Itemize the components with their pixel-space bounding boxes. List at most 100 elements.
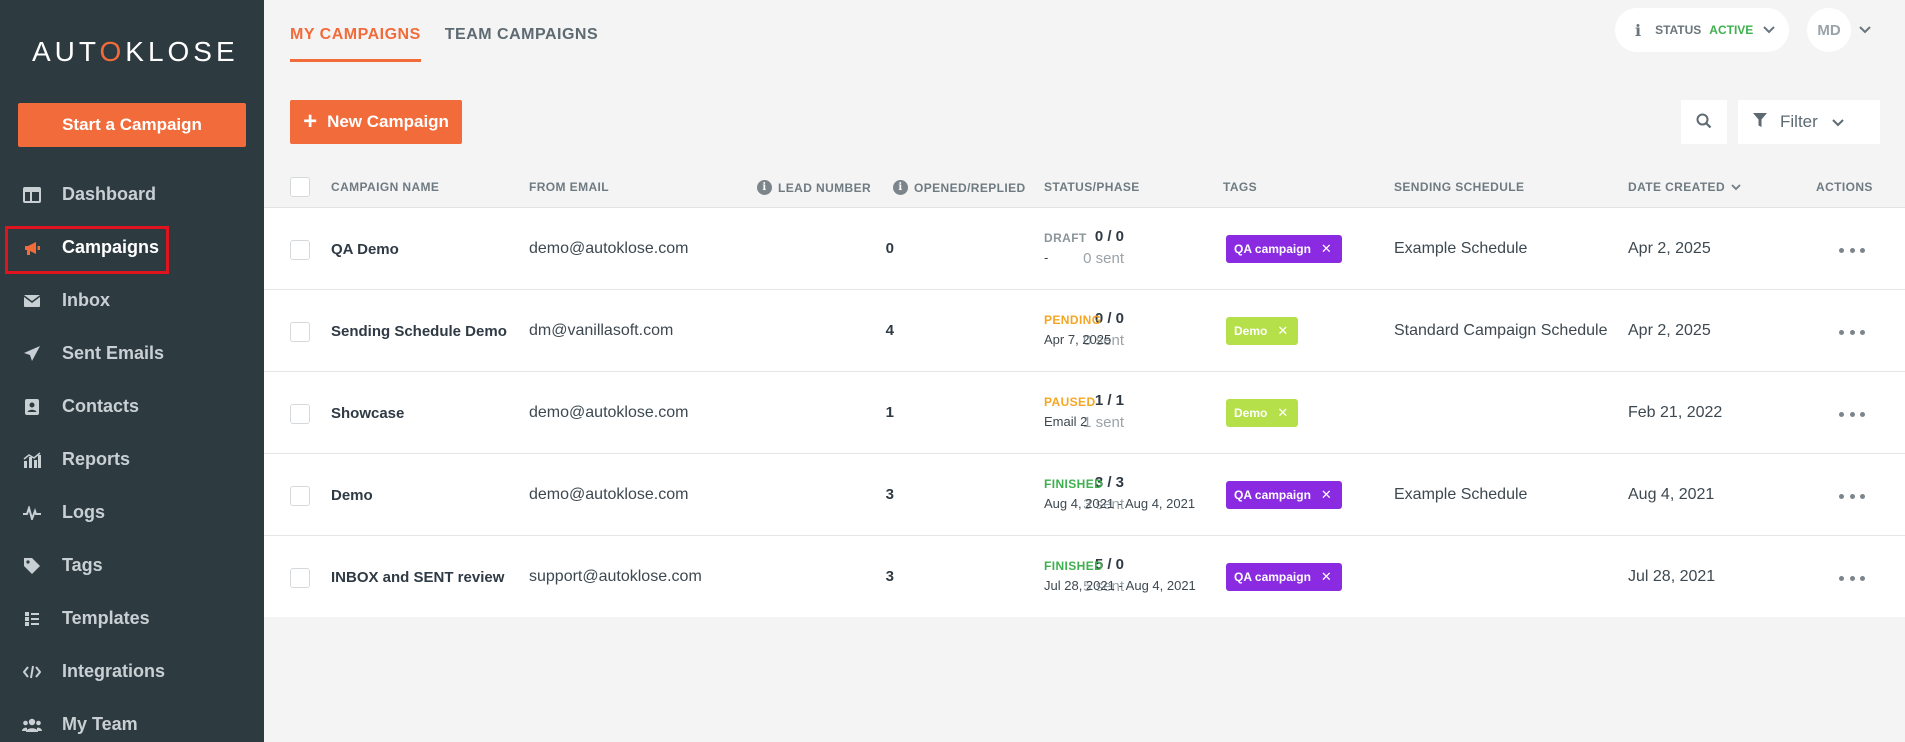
column-campaign-name[interactable]: CAMPAIGN NAME (331, 180, 439, 194)
sidebar: AUTOKLOSE Start a Campaign Dashboard Cam… (0, 0, 264, 742)
from-email: demo@autoklose.com (529, 404, 689, 421)
select-all-checkbox[interactable] (290, 177, 310, 197)
filter-label: Filter (1780, 112, 1818, 131)
tag-label: Demo (1234, 406, 1268, 420)
column-sending-schedule[interactable]: SENDING SCHEDULE (1394, 180, 1524, 194)
row-checkbox[interactable] (290, 322, 310, 342)
lead-number: 0 (885, 240, 894, 257)
sidebar-item-label: Reports (62, 449, 131, 469)
table-row[interactable]: Demo demo@autoklose.com 3 3 / 33 sent FI… (264, 454, 1905, 536)
info-icon: i (757, 180, 772, 195)
bar-chart-icon (22, 450, 42, 470)
phase-text: Apr 7, 2025 (1044, 332, 1112, 347)
status-phase: FINISHED Jul 28, 2021 - Aug 4, 2021 (1044, 559, 1196, 593)
tag-label: QA campaign (1234, 242, 1311, 256)
sending-schedule: Example Schedule (1394, 240, 1528, 257)
sidebar-item-campaigns[interactable]: Campaigns (0, 221, 264, 274)
column-date-created[interactable]: DATE CREATED (1628, 180, 1741, 194)
from-email: demo@autoklose.com (529, 486, 689, 503)
more-actions-icon[interactable] (1839, 568, 1865, 588)
user-menu[interactable]: MD (1807, 8, 1871, 52)
tag-chip[interactable]: QA campaign ✕ (1226, 235, 1342, 263)
start-campaign-button[interactable]: Start a Campaign (18, 103, 246, 147)
sidebar-item-reports[interactable]: Reports (0, 433, 264, 486)
close-icon[interactable]: ✕ (1277, 405, 1288, 421)
campaign-name[interactable]: Sending Schedule Demo (331, 323, 507, 340)
dashboard-icon (22, 185, 42, 205)
opened-count: 1 / 1 (1094, 392, 1124, 409)
row-checkbox[interactable] (290, 240, 310, 260)
campaign-name[interactable]: INBOX and SENT review (331, 569, 504, 586)
column-tags[interactable]: TAGS (1223, 180, 1257, 194)
more-actions-icon[interactable] (1839, 404, 1865, 424)
lead-number: 3 (885, 568, 894, 585)
phase-text: Aug 4, 2021 - Aug 4, 2021 (1044, 496, 1196, 511)
campaign-name[interactable]: Showcase (331, 405, 404, 422)
from-email: demo@autoklose.com (529, 240, 689, 257)
filter-button[interactable]: Filter (1738, 100, 1880, 144)
date-created: Jul 28, 2021 (1628, 568, 1716, 585)
more-actions-icon[interactable] (1839, 486, 1865, 506)
autoklose-logo[interactable]: AUTOKLOSE (32, 36, 239, 68)
sidebar-item-contacts[interactable]: Contacts (0, 380, 264, 433)
sidebar-item-sent-emails[interactable]: Sent Emails (0, 327, 264, 380)
close-icon[interactable]: ✕ (1277, 323, 1288, 339)
column-status-phase[interactable]: STATUS/PHASE (1044, 180, 1140, 194)
campaign-name[interactable]: QA Demo (331, 241, 399, 258)
status-phase: PAUSED Email 2 (1044, 395, 1096, 429)
paper-plane-icon (22, 344, 42, 364)
tag-chip[interactable]: Demo ✕ (1226, 399, 1299, 427)
account-status-pill[interactable]: i STATUS ACTIVE (1615, 8, 1789, 52)
row-checkbox[interactable] (290, 486, 310, 506)
row-checkbox[interactable] (290, 404, 310, 424)
more-actions-icon[interactable] (1839, 240, 1865, 260)
status-value: ACTIVE (1709, 23, 1754, 37)
sidebar-item-my-team[interactable]: My Team (0, 698, 264, 742)
tab-my-campaigns[interactable]: MY CAMPAIGNS (290, 0, 421, 62)
chevron-down-icon (1763, 23, 1776, 37)
sent-count: 0 sent (1083, 250, 1124, 267)
status-badge: DRAFT (1044, 231, 1087, 245)
sidebar-item-templates[interactable]: Templates (0, 592, 264, 645)
sidebar-item-tags[interactable]: Tags (0, 539, 264, 592)
sidebar-item-dashboard[interactable]: Dashboard (0, 168, 264, 221)
column-lead-number[interactable]: i LEAD NUMBER (757, 180, 871, 195)
avatar[interactable]: MD (1807, 8, 1851, 52)
sidebar-item-integrations[interactable]: Integrations (0, 645, 264, 698)
search-button[interactable] (1681, 100, 1727, 144)
table-row[interactable]: Sending Schedule Demo dm@vanillasoft.com… (264, 290, 1905, 372)
close-icon[interactable]: ✕ (1321, 487, 1332, 503)
status-label: STATUS (1655, 23, 1702, 37)
sidebar-item-label: Dashboard (62, 184, 157, 204)
tab-team-campaigns[interactable]: TEAM CAMPAIGNS (445, 0, 598, 62)
date-created: Apr 2, 2025 (1628, 322, 1711, 339)
column-from-email[interactable]: FROM EMAIL (529, 180, 609, 194)
tag-chip[interactable]: QA campaign ✕ (1226, 563, 1342, 591)
sidebar-item-label: Templates (62, 608, 150, 628)
sending-schedule: Example Schedule (1394, 486, 1528, 503)
chevron-down-icon (1832, 112, 1844, 132)
campaign-name[interactable]: Demo (331, 487, 373, 504)
column-opened-replied[interactable]: i OPENED/REPLIED (893, 180, 1026, 195)
tag-chip[interactable]: Demo ✕ (1226, 317, 1299, 345)
main-content: MY CAMPAIGNS TEAM CAMPAIGNS i STATUS ACT… (264, 0, 1905, 742)
sidebar-item-inbox[interactable]: Inbox (0, 274, 264, 327)
close-icon[interactable]: ✕ (1321, 241, 1332, 257)
sidebar-item-logs[interactable]: Logs (0, 486, 264, 539)
table-row[interactable]: INBOX and SENT review support@autoklose.… (264, 536, 1905, 617)
new-campaign-button[interactable]: + New Campaign (290, 100, 462, 144)
date-created: Aug 4, 2021 (1628, 486, 1715, 503)
new-campaign-label: New Campaign (327, 112, 449, 131)
date-created: Apr 2, 2025 (1628, 240, 1711, 257)
tag-chip[interactable]: QA campaign ✕ (1226, 481, 1342, 509)
sidebar-item-label: My Team (62, 714, 138, 734)
close-icon[interactable]: ✕ (1321, 569, 1332, 585)
envelope-icon (22, 291, 42, 311)
table-row[interactable]: Showcase demo@autoklose.com 1 1 / 11 sen… (264, 372, 1905, 454)
column-actions: ACTIONS (1816, 180, 1873, 194)
row-checkbox[interactable] (290, 568, 310, 588)
search-icon (1696, 113, 1712, 132)
more-actions-icon[interactable] (1839, 322, 1865, 342)
table-row[interactable]: QA Demo demo@autoklose.com 0 0 / 0 0 sent… (264, 208, 1905, 290)
sort-chevron-icon (1731, 180, 1741, 194)
